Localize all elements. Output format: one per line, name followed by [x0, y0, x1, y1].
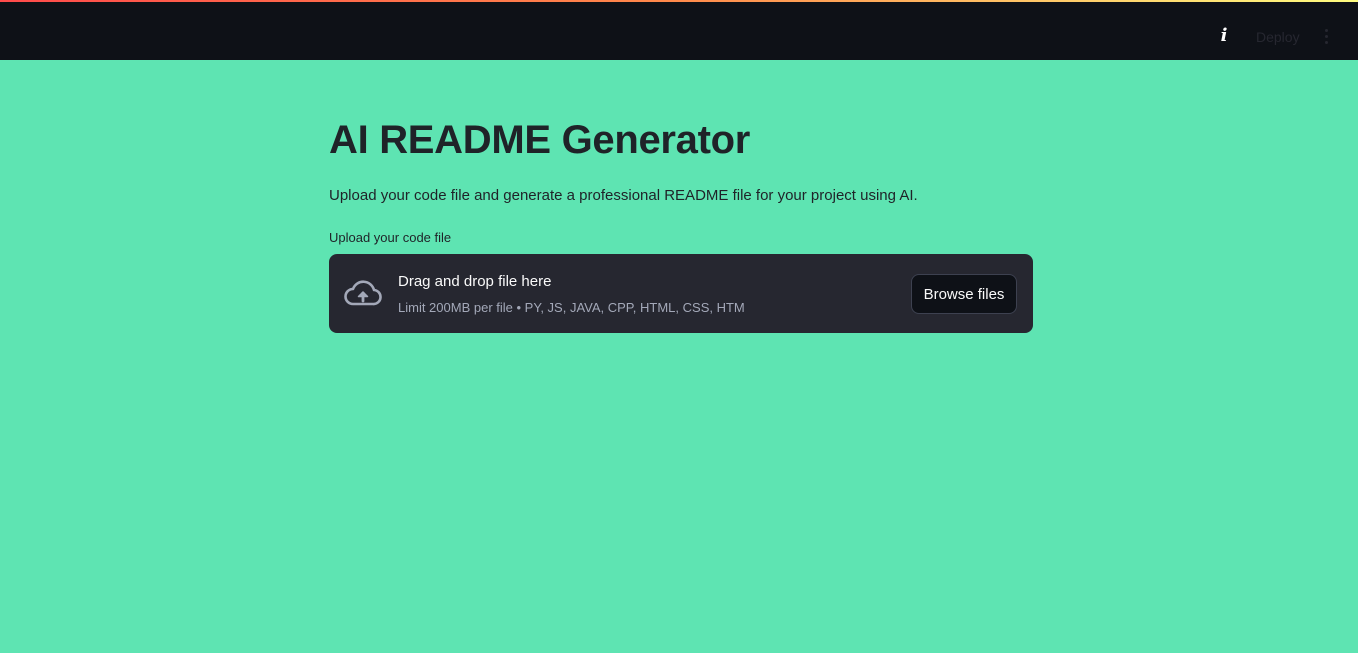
browse-files-button[interactable]: Browse files [911, 274, 1017, 314]
deploy-button[interactable]: Deploy [1250, 26, 1306, 48]
cloud-upload-icon [344, 280, 382, 306]
dropzone-title: Drag and drop file here [398, 273, 552, 290]
app-header: i Deploy [0, 2, 1358, 60]
page-description: Upload your code file and generate a pro… [329, 187, 918, 204]
more-vertical-icon[interactable] [1318, 26, 1334, 48]
file-dropzone[interactable]: Drag and drop file here Limit 200MB per … [329, 254, 1033, 333]
page-title: AI README Generator [329, 118, 751, 162]
info-icon[interactable]: i [1214, 26, 1234, 46]
dropzone-limit-text: Limit 200MB per file • PY, JS, JAVA, CPP… [398, 300, 745, 315]
file-uploader-label: Upload your code file [329, 230, 452, 245]
